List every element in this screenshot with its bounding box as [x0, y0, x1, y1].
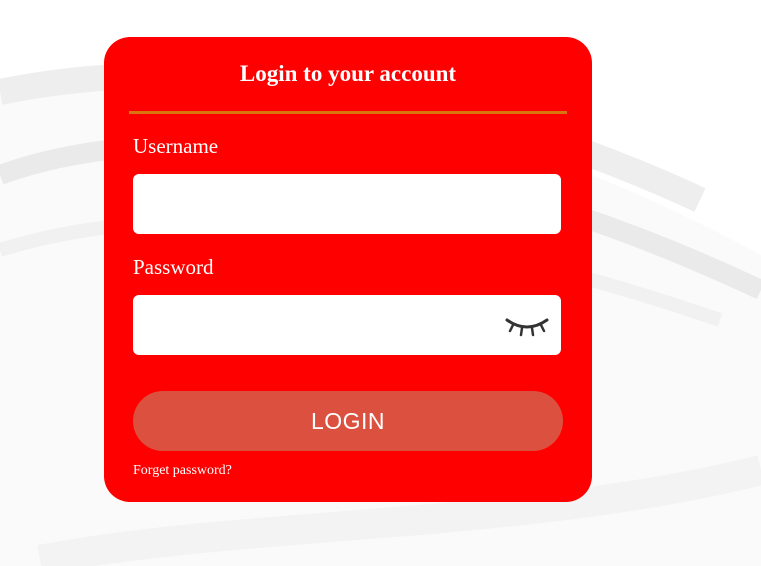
username-field[interactable]	[133, 174, 561, 234]
title-divider	[129, 111, 567, 114]
login-card: Login to your account Username Password …	[104, 37, 592, 502]
forgot-password-link[interactable]: Forget password?	[133, 462, 232, 480]
username-label: Username	[133, 134, 219, 158]
password-field[interactable]	[133, 295, 561, 355]
eye-closed-icon[interactable]	[504, 315, 550, 339]
password-label: Password	[133, 255, 214, 279]
page-title: Login to your account	[239, 61, 457, 86]
login-button[interactable]: LOGIN	[133, 391, 563, 451]
